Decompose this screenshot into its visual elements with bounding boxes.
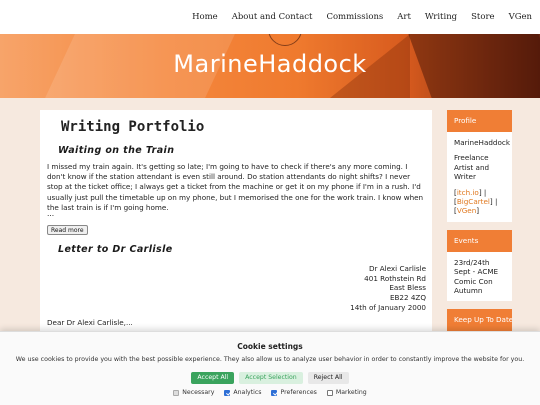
cookie-text: We use cookies to provide you with the b…	[15, 356, 525, 363]
nav-item-art[interactable]: Art	[397, 12, 411, 22]
address-line: 401 Rothstein Rd	[364, 273, 426, 283]
letter-address: Dr Alexi Carlisle 401 Rothstein Rd East …	[364, 264, 426, 302]
checkbox-label: Necessary	[182, 389, 215, 396]
checkbox-box[interactable]	[271, 389, 278, 396]
profile-role: Freelance Artist and Writer	[454, 153, 490, 182]
excerpt-ellipsis: ...	[47, 209, 55, 218]
read-more-button[interactable]: Read more	[47, 225, 88, 235]
nav-list: Home About and Contact Commissions Art W…	[178, 0, 532, 34]
post-title-train[interactable]: Waiting on the Train	[58, 145, 174, 156]
nav-item-writing[interactable]: Writing	[425, 12, 457, 22]
site-title[interactable]: MarineHaddock	[0, 50, 540, 78]
cookie-banner: Cookie settings We use cookies to provid…	[0, 331, 540, 405]
accept-all-button[interactable]: Accept All	[191, 372, 235, 384]
link-bigcartel[interactable]: BigCartel	[457, 197, 490, 206]
nav-item-store[interactable]: Store	[471, 12, 494, 22]
cookie-title: Cookie settings	[237, 342, 303, 351]
accept-selection-button[interactable]: Accept Selection	[239, 372, 303, 384]
post-title-letter[interactable]: Letter to Dr Carlisle	[58, 244, 173, 255]
profile-links: [itch.io] | [BigCartel] | [VGen]	[454, 187, 498, 216]
reject-all-button[interactable]: Reject All	[307, 372, 349, 384]
address-line: Dr Alexi Carlisle	[368, 264, 426, 273]
checkbox-marketing[interactable]: Marketing	[326, 389, 367, 396]
profile-name: MarineHaddock	[454, 138, 510, 147]
nav-item-vgen[interactable]: VGen	[509, 12, 532, 22]
letter-salutation: Dear Dr Alexi Carlisle,...	[47, 318, 133, 327]
banner-decoration	[268, 34, 302, 46]
checkbox-preferences[interactable]: Preferences	[271, 389, 317, 396]
sidebar-events-header: Events	[447, 229, 512, 252]
site-banner: MarineHaddock	[0, 34, 540, 98]
checkbox-label: Analytics	[233, 389, 262, 396]
sidebar-keepup-header: Keep Up To Date	[447, 309, 512, 332]
sidebar-profile-body: MarineHaddock Freelance Artist and Write…	[447, 132, 512, 222]
nav-item-about[interactable]: About and Contact	[232, 12, 313, 22]
checkbox-box[interactable]	[326, 389, 333, 396]
checkbox-box[interactable]	[224, 389, 231, 396]
top-nav: Home About and Contact Commissions Art W…	[0, 0, 540, 34]
checkbox-box	[173, 389, 180, 396]
nav-item-commissions[interactable]: Commissions	[326, 12, 383, 22]
checkbox-label: Marketing	[335, 389, 367, 396]
sidebar-profile-header: Profile	[447, 110, 512, 132]
page-title: Writing Portfolio	[61, 119, 205, 135]
link-itchio[interactable]: itch.io	[457, 188, 479, 197]
address-line: East Bless	[389, 283, 426, 293]
checkbox-necessary: Necessary	[173, 389, 214, 396]
post-excerpt: I missed my train again. It's getting so…	[47, 162, 424, 212]
cookie-buttons: Accept All Accept Selection Reject All	[0, 372, 540, 384]
cookie-checkboxes: Necessary Analytics Preferences Marketin…	[0, 389, 540, 396]
event-text: 23rd/24th Sept - ACME Comic Con Autumn	[454, 257, 499, 296]
nav-item-home[interactable]: Home	[192, 12, 218, 22]
letter-date: 14th of January 2000	[350, 303, 426, 312]
sidebar: Profile MarineHaddock Freelance Artist a…	[447, 110, 512, 354]
main-content: Writing Portfolio Waiting on the Train I…	[40, 110, 432, 340]
checkbox-label: Preferences	[280, 389, 317, 396]
sidebar-events-body: 23rd/24th Sept - ACME Comic Con Autumn	[447, 251, 512, 302]
link-vgen[interactable]: VGen	[457, 206, 476, 215]
address-line: EB22 4ZQ	[389, 292, 426, 302]
checkbox-analytics[interactable]: Analytics	[224, 389, 261, 396]
